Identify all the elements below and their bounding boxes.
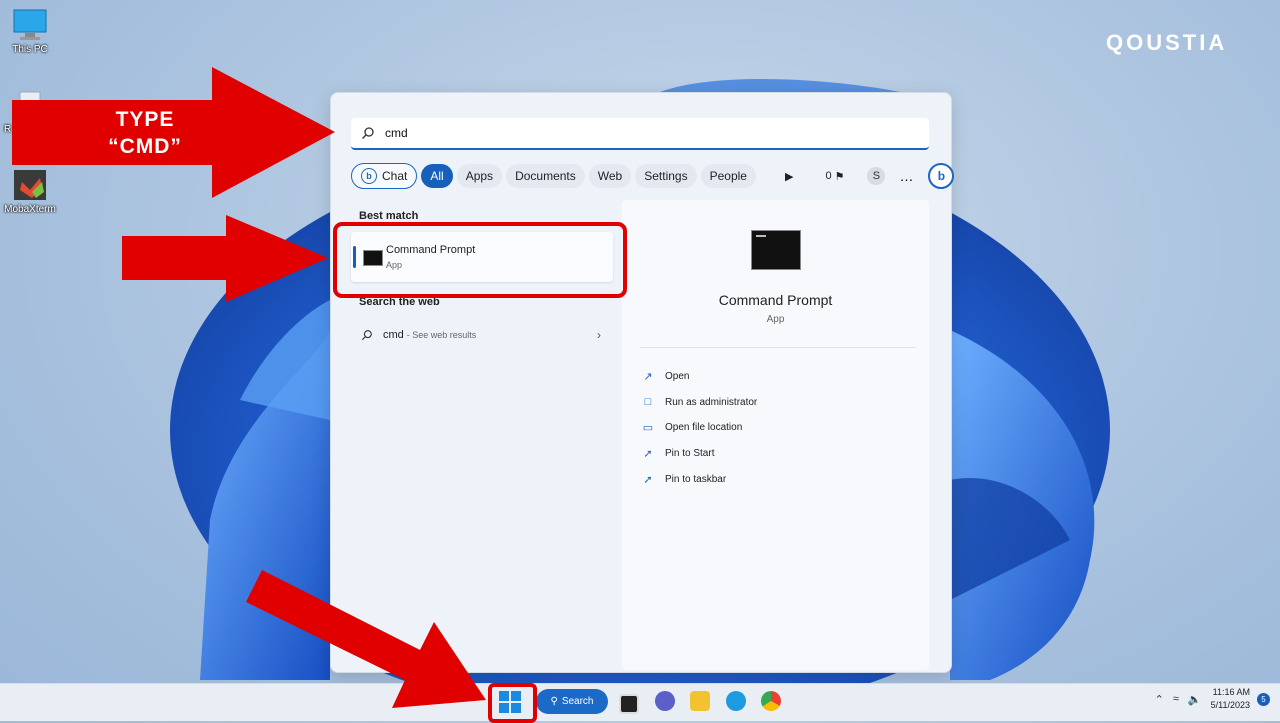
annotation-arrow-best-match (122, 215, 328, 302)
annotation-highlight-best-match (333, 222, 627, 298)
annotation-highlight-start (488, 683, 537, 723)
annotation-arrow-start (246, 570, 486, 708)
annotation-type-label: TYPE “CMD” (108, 108, 182, 158)
annotation-overlay (12, 67, 486, 708)
